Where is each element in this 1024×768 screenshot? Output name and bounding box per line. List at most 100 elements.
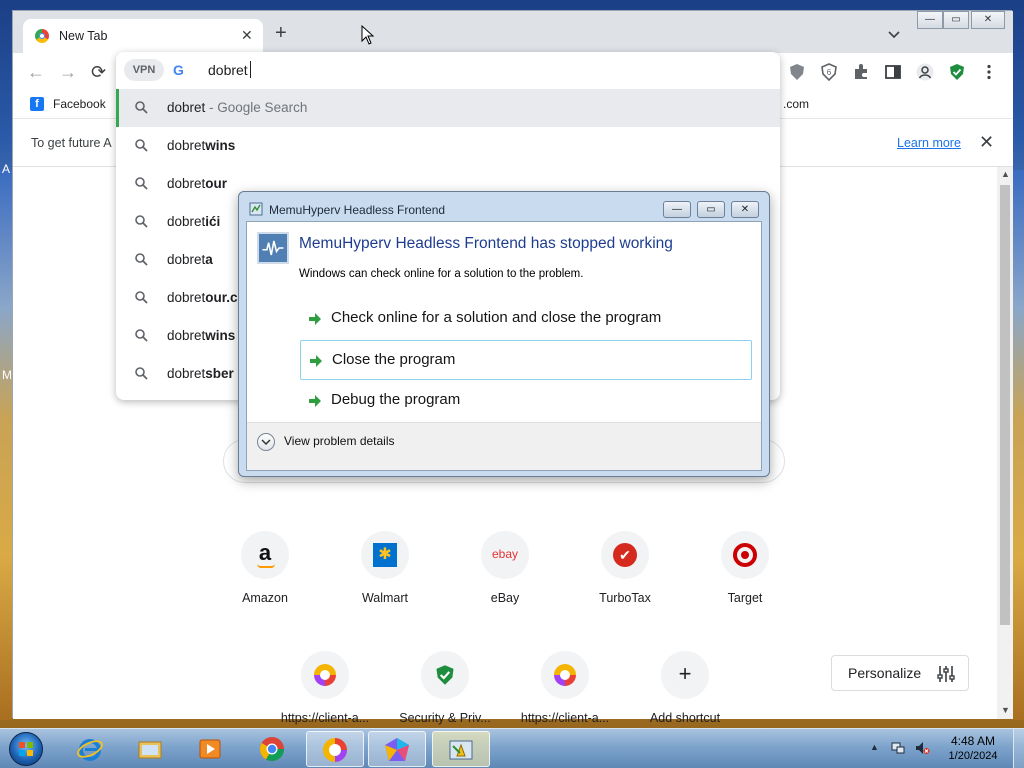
- option-close-program[interactable]: Close the program: [300, 340, 752, 380]
- forward-arrow-icon[interactable]: →: [59, 63, 77, 81]
- shortcut-ebay[interactable]: ebay eBay: [455, 531, 555, 605]
- google-g-icon: G: [173, 62, 184, 78]
- taskbar-client-app[interactable]: [306, 731, 364, 767]
- window-maximize-button[interactable]: ▭: [943, 11, 969, 29]
- shortcut-label: Amazon: [242, 591, 288, 605]
- desktop-background-left: A M: [0, 162, 12, 720]
- profile-avatar-icon[interactable]: [916, 63, 934, 81]
- window-close-button[interactable]: ✕: [971, 11, 1005, 29]
- shortcut-label: TurboTax: [599, 591, 651, 605]
- bookmark-facebook[interactable]: Facebook: [53, 97, 106, 111]
- clock-date[interactable]: 1/20/2024: [945, 750, 1001, 762]
- network-icon[interactable]: [890, 740, 906, 756]
- taskbar-file-explorer[interactable]: [122, 731, 180, 767]
- tab-search-chevron-icon[interactable]: [887, 27, 901, 41]
- security-shield-check-icon[interactable]: [948, 63, 966, 81]
- reload-icon[interactable]: ⟳: [91, 63, 106, 81]
- more-menu-icon[interactable]: [980, 63, 998, 81]
- show-desktop-button[interactable]: [1013, 729, 1024, 768]
- tab-title: New Tab: [59, 29, 108, 43]
- volume-muted-icon[interactable]: [914, 740, 930, 756]
- error-app-icon: [249, 202, 263, 216]
- suggestion-text: dobret - Google Search: [167, 100, 308, 115]
- shortcut-client-2[interactable]: https://client-a...: [515, 651, 615, 725]
- omnibox-suggestion[interactable]: dobret - Google Search: [116, 89, 780, 127]
- suggestion-text: dobretsber: [167, 366, 234, 381]
- client-app-icon: [301, 651, 349, 699]
- shortcut-label: Walmart: [361, 591, 409, 605]
- address-bar[interactable]: VPN G dobret: [116, 52, 780, 88]
- shortcut-security-privacy[interactable]: Security & Priv...: [395, 651, 495, 725]
- taskbar-error-report[interactable]: [432, 731, 490, 767]
- search-icon: [135, 139, 148, 152]
- dialog-footer: View problem details: [247, 422, 761, 470]
- privacy-extension-icon[interactable]: 6: [820, 63, 838, 81]
- option-check-online[interactable]: Check online for a solution and close th…: [300, 299, 752, 339]
- suggestion-text: dobretwins: [167, 138, 236, 153]
- search-icon: [135, 291, 148, 304]
- shortcut-client-1[interactable]: https://client-a...: [275, 651, 375, 725]
- learn-more-link[interactable]: Learn more: [897, 136, 961, 150]
- shield-extension-icon[interactable]: [788, 63, 806, 81]
- scroll-down-arrow-icon[interactable]: ▼: [1001, 705, 1010, 715]
- taskbar-internet-explorer[interactable]: [62, 731, 120, 767]
- dialog-close-button[interactable]: ✕: [731, 201, 759, 218]
- shortcut-label: eBay: [490, 591, 520, 605]
- tab-close-icon[interactable]: ✕: [241, 27, 253, 44]
- chevron-down-icon[interactable]: [257, 433, 275, 451]
- search-icon: [135, 101, 148, 114]
- dialog-maximize-button[interactable]: ▭: [697, 201, 725, 218]
- green-arrow-icon: [310, 355, 322, 367]
- search-icon: [135, 367, 148, 380]
- taskbar: ▲ 4:48 AM 1/20/2024: [0, 728, 1024, 768]
- clock-time[interactable]: 4:48 AM: [945, 734, 1001, 748]
- chrome-favicon-icon: [35, 29, 49, 43]
- shortcut-target[interactable]: Target: [695, 531, 795, 605]
- green-arrow-icon: [309, 395, 321, 407]
- chrome-icon: [259, 737, 284, 762]
- shortcut-amazon[interactable]: a Amazon: [215, 531, 315, 605]
- program-monitor-icon: [257, 232, 289, 264]
- view-problem-details-link[interactable]: View problem details: [284, 434, 395, 448]
- side-panel-icon[interactable]: [884, 63, 902, 81]
- scrollbar-thumb[interactable]: [1000, 185, 1010, 625]
- address-input[interactable]: dobret: [208, 62, 248, 78]
- dialog-titlebar[interactable]: MemuHyperv Headless Frontend — ▭ ✕: [239, 192, 769, 222]
- desktop-icon-label: A: [2, 162, 11, 176]
- shortcut-add[interactable]: + Add shortcut: [635, 651, 735, 725]
- page-scrollbar[interactable]: ▲ ▼: [997, 167, 1013, 719]
- tab-new-tab[interactable]: New Tab ✕: [23, 19, 263, 53]
- dialog-heading: MemuHyperv Headless Frontend has stopped…: [299, 235, 673, 252]
- taskbar-memu[interactable]: [368, 731, 426, 767]
- dialog-title: MemuHyperv Headless Frontend: [269, 203, 446, 217]
- scroll-up-arrow-icon[interactable]: ▲: [1001, 169, 1010, 179]
- suggestion-text: dobretići: [167, 214, 221, 229]
- client-app-icon: [323, 738, 347, 762]
- tab-strip: New Tab ✕ + — ▭ ✕: [13, 11, 1013, 53]
- suggestion-text: dobretour.c: [167, 290, 238, 305]
- puzzle-extensions-icon[interactable]: [852, 63, 870, 81]
- shortcut-walmart[interactable]: ✱ Walmart: [335, 531, 435, 605]
- windows-logo-icon: [19, 742, 33, 756]
- start-button[interactable]: [9, 732, 43, 766]
- bookmark-partial[interactable]: .com: [783, 97, 809, 111]
- back-arrow-icon[interactable]: ←: [27, 63, 45, 81]
- option-debug-program[interactable]: Debug the program: [300, 381, 752, 421]
- infobar-close-icon[interactable]: ✕: [979, 132, 994, 153]
- window-minimize-button[interactable]: —: [917, 11, 943, 29]
- personalize-button[interactable]: Personalize: [831, 655, 969, 691]
- client-app-icon: [541, 651, 589, 699]
- new-tab-button[interactable]: +: [275, 23, 287, 43]
- shortcut-turbotax[interactable]: ✔ TurboTax: [575, 531, 675, 605]
- shortcut-label: Add shortcut: [649, 711, 721, 725]
- dialog-minimize-button[interactable]: —: [663, 201, 691, 218]
- turbotax-icon: ✔: [601, 531, 649, 579]
- ebay-icon: ebay: [481, 531, 529, 579]
- facebook-icon: f: [30, 97, 44, 111]
- omnibox-suggestion[interactable]: dobretwins: [116, 127, 780, 165]
- search-icon: [135, 177, 148, 190]
- taskbar-chrome[interactable]: [244, 731, 302, 767]
- taskbar-media-player[interactable]: [182, 731, 240, 767]
- tray-expand-icon[interactable]: ▲: [870, 742, 879, 752]
- vpn-icon[interactable]: VPN: [124, 59, 164, 81]
